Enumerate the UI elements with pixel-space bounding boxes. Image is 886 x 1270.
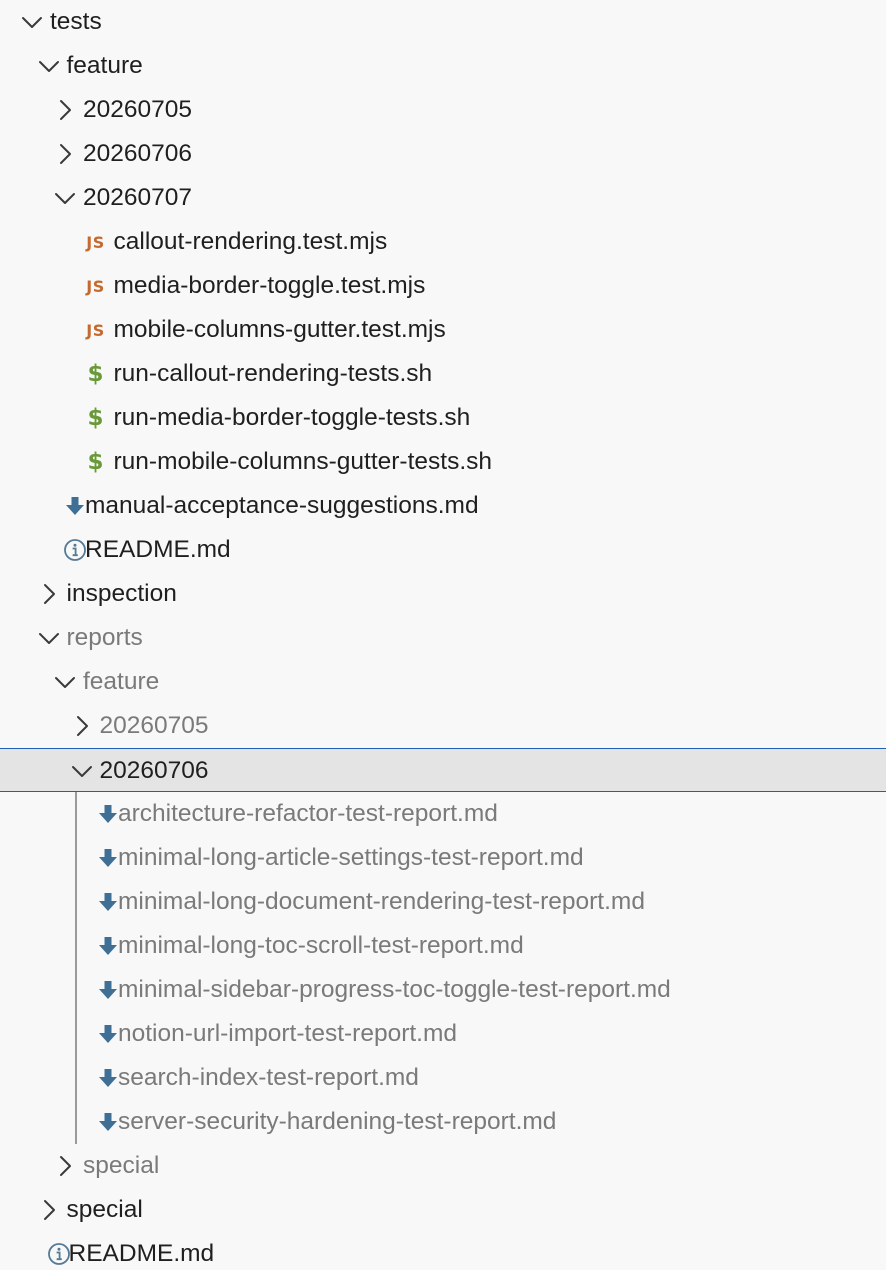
file-label: run-callout-rendering-tests.sh (113, 360, 433, 387)
chevron-down-icon[interactable] (53, 176, 77, 220)
javascript-file-icon: JS (86, 320, 105, 340)
shell-script-icon: $ (87, 361, 104, 387)
file-label: architecture-refactor-test-report.md (118, 800, 498, 827)
file-row-notion-url-import-test-report-md[interactable]: notion-url-import-test-report.md (0, 1012, 886, 1056)
folder-row-20260705[interactable]: 20260705 (0, 88, 886, 132)
folder-label: inspection (66, 580, 177, 607)
shell-script-icon: $ (87, 405, 104, 431)
folder-row-tests[interactable]: tests (0, 0, 886, 44)
file-row-minimal-long-article-settings-test-report-md[interactable]: minimal-long-article-settings-test-repor… (0, 836, 886, 880)
folder-label: feature (66, 52, 143, 79)
chevron-down-icon[interactable] (37, 44, 61, 88)
file-label: README.md (85, 536, 231, 563)
folder-row-feature[interactable]: feature (0, 44, 886, 88)
explorer-file-tree: tests feature 20260705 20260706 20260707 JS ca… (0, 0, 886, 1270)
folder-row-20260706[interactable]: 20260706 (0, 132, 886, 176)
file-row-minimal-long-toc-scroll-test-report-md[interactable]: minimal-long-toc-scroll-test-report.md (0, 924, 886, 968)
chevron-down-icon[interactable] (20, 0, 44, 44)
file-row-media-border-toggle-test-mjs[interactable]: JS media-border-toggle.test.mjs (0, 264, 886, 308)
chevron-down-icon[interactable] (53, 660, 77, 704)
indent-guide (75, 792, 77, 1144)
file-row-minimal-sidebar-progress-toc-toggle-test-report-md[interactable]: minimal-sidebar-progress-toc-toggle-test… (0, 968, 886, 1012)
chevron-down-icon[interactable] (37, 616, 61, 660)
file-row-run-mobile-columns-gutter-tests-sh[interactable]: $ run-mobile-columns-gutter-tests.sh (0, 440, 886, 484)
file-label: media-border-toggle.test.mjs (113, 272, 426, 299)
file-row-run-media-border-toggle-tests-sh[interactable]: $ run-media-border-toggle-tests.sh (0, 396, 886, 440)
file-label: server-security-hardening-test-report.md (118, 1108, 557, 1135)
folder-label: special (66, 1196, 143, 1223)
file-label: minimal-sidebar-progress-toc-toggle-test… (118, 976, 671, 1003)
folder-label: tests (50, 8, 102, 35)
chevron-right-icon[interactable] (53, 88, 77, 132)
file-row-manual-acceptance-suggestions-md[interactable]: manual-acceptance-suggestions.md (0, 484, 886, 528)
file-label: notion-url-import-test-report.md (118, 1020, 458, 1047)
folder-row-inspection[interactable]: inspection (0, 572, 886, 616)
file-row-minimal-long-document-rendering-test-report-md[interactable]: minimal-long-document-rendering-test-rep… (0, 880, 886, 924)
folder-row-20260705[interactable]: 20260705 (0, 704, 886, 748)
chevron-right-icon[interactable] (37, 1188, 61, 1232)
file-row-run-callout-rendering-tests-sh[interactable]: $ run-callout-rendering-tests.sh (0, 352, 886, 396)
chevron-right-icon[interactable] (53, 132, 77, 176)
file-row-architecture-refactor-test-report-md[interactable]: architecture-refactor-test-report.md (0, 792, 886, 836)
folder-label: 20260705 (99, 712, 209, 739)
file-label: mobile-columns-gutter.test.mjs (113, 316, 446, 343)
file-label: run-media-border-toggle-tests.sh (113, 404, 471, 431)
folder-label: feature (83, 668, 160, 695)
folder-row-20260707[interactable]: 20260707 (0, 176, 886, 220)
chevron-right-icon[interactable] (53, 1144, 77, 1188)
file-label: search-index-test-report.md (118, 1064, 419, 1091)
chevron-down-icon[interactable] (70, 749, 94, 793)
folder-label: 20260707 (83, 184, 193, 211)
file-row-mobile-columns-gutter-test-mjs[interactable]: JS mobile-columns-gutter.test.mjs (0, 308, 886, 352)
folder-row-feature[interactable]: feature (0, 660, 886, 704)
file-label: run-mobile-columns-gutter-tests.sh (113, 448, 493, 475)
shell-script-icon: $ (87, 449, 104, 475)
file-label: callout-rendering.test.mjs (113, 228, 388, 255)
file-row-callout-rendering-test-mjs[interactable]: JS callout-rendering.test.mjs (0, 220, 886, 264)
file-label: README.md (68, 1240, 215, 1267)
file-label: minimal-long-article-settings-test-repor… (118, 844, 584, 871)
javascript-file-icon: JS (86, 232, 105, 252)
folder-row-special[interactable]: special (0, 1188, 886, 1232)
file-label: minimal-long-document-rendering-test-rep… (118, 888, 645, 915)
folder-label: 20260705 (83, 96, 193, 123)
file-row-readme-md[interactable]: README.md (0, 1232, 886, 1270)
folder-label: 20260706 (83, 140, 193, 167)
file-label: minimal-long-toc-scroll-test-report.md (118, 932, 524, 959)
folder-row-20260706[interactable]: 20260706 (0, 748, 886, 792)
file-label: manual-acceptance-suggestions.md (85, 492, 479, 519)
javascript-file-icon: JS (86, 276, 105, 296)
file-row-readme-md[interactable]: README.md (0, 528, 886, 572)
file-row-server-security-hardening-test-report-md[interactable]: server-security-hardening-test-report.md (0, 1100, 886, 1144)
file-row-search-index-test-report-md[interactable]: search-index-test-report.md (0, 1056, 886, 1100)
chevron-right-icon[interactable] (37, 572, 61, 616)
folder-row-reports[interactable]: reports (0, 616, 886, 660)
folder-label: reports (66, 624, 143, 651)
chevron-right-icon[interactable] (70, 704, 94, 748)
folder-row-special[interactable]: special (0, 1144, 886, 1188)
folder-label: 20260706 (99, 757, 209, 784)
folder-label: special (83, 1152, 160, 1179)
